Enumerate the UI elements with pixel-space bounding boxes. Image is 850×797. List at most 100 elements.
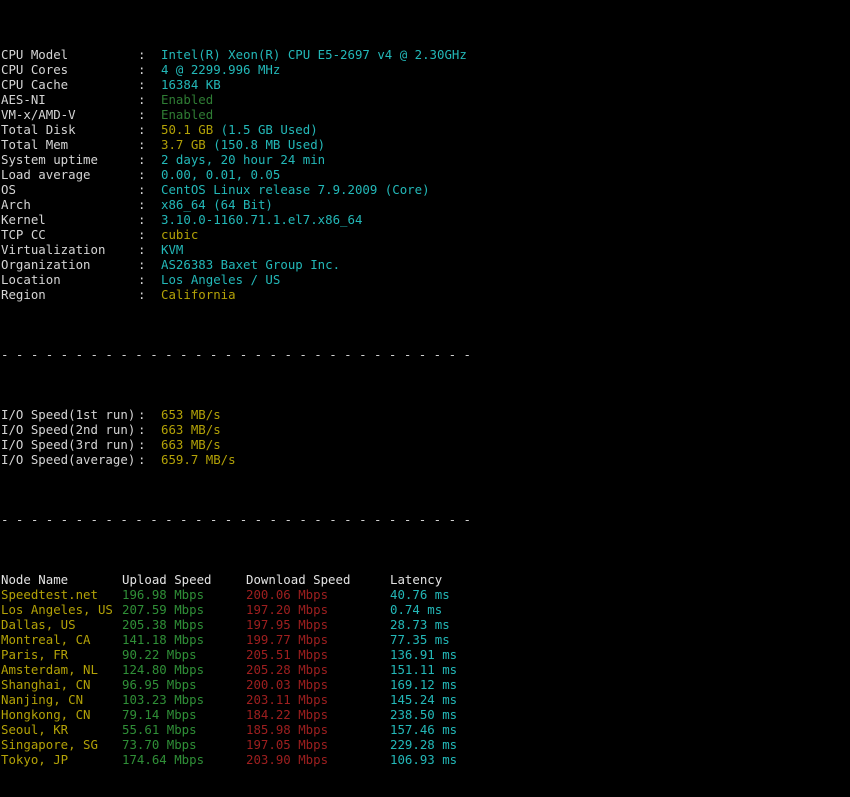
upload-speed-cell: 124.80 Mbps [122,662,205,677]
download-speed-cell: 200.06 Mbps [246,587,329,602]
latency-cell: 151.11 ms [390,662,458,677]
latency-cell: 136.91 ms [390,647,458,662]
speedtest-header-row: Node Name Upload Speed Download Speed Laten… [1,572,850,587]
info-colon: : [138,452,146,467]
download-speed-cell: 203.90 Mbps [246,752,329,767]
info-value: cubic [161,227,199,242]
node-name-cell: Hongkong, CN [1,707,91,722]
download-speed-cell: 205.51 Mbps [246,647,329,662]
info-value: 0.00, 0.01, 0.05 [161,167,281,182]
speedtest-row: Seoul, KR 55.61 Mbps 185.98 Mbps 157.46 ms [1,722,850,737]
info-colon: : [138,287,146,302]
upload-speed-cell: 73.70 Mbps [122,737,197,752]
speedtest-row: Montreal, CA 141.18 Mbps 199.77 Mbps 77.35 … [1,632,850,647]
io-speed-label: I/O Speed(average) [1,452,136,467]
latency-cell: 145.24 ms [390,692,458,707]
io-speed-block: I/O Speed(1st run):653 MB/s I/O Speed(2nd… [1,407,850,467]
io-speed-label: I/O Speed(3rd run) [1,437,136,452]
info-label: System uptime [1,152,98,167]
info-label: Arch [1,197,31,212]
latency-cell: 157.46 ms [390,722,458,737]
io-speed-value: 659.7 MB/s [161,452,236,467]
header-latency: Latency [390,572,443,587]
upload-speed-cell: 207.59 Mbps [122,602,205,617]
info-colon: : [138,197,146,212]
info-row: Total Disk:50.1 GB (1.5 GB Used) [1,122,850,137]
info-row: Total Mem:3.7 GB (150.8 MB Used) [1,137,850,152]
info-colon: : [138,212,146,227]
info-label: CPU Cores [1,62,69,77]
latency-cell: 28.73 ms [390,617,450,632]
node-name-cell: Shanghai, CN [1,677,91,692]
download-speed-cell: 200.03 Mbps [246,677,329,692]
io-speed-value: 653 MB/s [161,407,221,422]
system-info-block: CPU Model: Intel(R) Xeon(R) CPU E5-2697 v… [1,47,850,302]
speedtest-row: Singapore, SG 73.70 Mbps 197.05 Mbps 229.28… [1,737,850,752]
separator-line-1: - - - - - - - - - - - - - - - - - - - - … [1,347,471,362]
info-value: 4 @ 2299.996 MHz [161,62,281,77]
speedtest-row: Los Angeles, US 207.59 Mbps 197.20 Mbps 0.7… [1,602,850,617]
info-value-secondary: (150.8 MB Used) [205,137,326,152]
io-speed-label: I/O Speed(2nd run) [1,422,136,437]
separator-line-2: - - - - - - - - - - - - - - - - - - - - … [1,512,471,527]
info-colon: : [138,407,146,422]
info-colon: : [138,227,146,242]
info-row: Region: California [1,287,850,302]
info-label: Kernel [1,212,46,227]
info-row: Organization: AS26383 Baxet Group Inc. [1,257,850,272]
terminal-output: CPU Model: Intel(R) Xeon(R) CPU E5-2697 v… [0,0,850,767]
upload-speed-cell: 141.18 Mbps [122,632,205,647]
info-colon: : [138,152,146,167]
info-label: Virtualization [1,242,106,257]
info-row: CPU Model: Intel(R) Xeon(R) CPU E5-2697 v… [1,47,850,62]
info-row: CPU Cores:4 @ 2299.996 MHz [1,62,850,77]
info-label: Location [1,272,61,287]
info-colon: : [138,272,146,287]
info-value: KVM [161,242,184,257]
io-speed-row: I/O Speed(average):659.7 MB/s [1,452,850,467]
info-value-secondary: (1.5 GB Used) [213,122,318,137]
speedtest-row: Hongkong, CN 79.14 Mbps 184.22 Mbps 238.50 … [1,707,850,722]
info-label: Load average [1,167,91,182]
download-speed-cell: 199.77 Mbps [246,632,329,647]
upload-speed-cell: 55.61 Mbps [122,722,197,737]
upload-speed-cell: 205.38 Mbps [122,617,205,632]
upload-speed-cell: 79.14 Mbps [122,707,197,722]
speedtest-row: Shanghai, CN 96.95 Mbps 200.03 Mbps 169.12 … [1,677,850,692]
info-label: Region [1,287,46,302]
info-value: 3.10.0-1160.71.1.el7.x86_64 [161,212,363,227]
upload-speed-cell: 103.23 Mbps [122,692,205,707]
info-colon: : [138,242,146,257]
info-row: TCP CC: cubic [1,227,850,242]
speedtest-row: Tokyo, JP 174.64 Mbps 203.90 Mbps 106.93 ms [1,752,850,767]
node-name-cell: Dallas, US [1,617,76,632]
info-label: VM-x/AMD-V [1,107,76,122]
io-speed-row: I/O Speed(1st run):653 MB/s [1,407,850,422]
info-colon: : [138,47,146,62]
info-colon: : [138,137,146,152]
header-download-speed: Download Speed [246,572,351,587]
download-speed-cell: 184.22 Mbps [246,707,329,722]
io-speed-label: I/O Speed(1st run) [1,407,136,422]
header-upload-speed: Upload Speed [122,572,212,587]
info-colon: : [138,257,146,272]
info-label: Organization [1,257,91,272]
node-name-cell: Amsterdam, NL [1,662,98,677]
upload-speed-cell: 90.22 Mbps [122,647,197,662]
info-row: Load average:0.00, 0.01, 0.05 [1,167,850,182]
info-row: Arch: x86_64 (64 Bit) [1,197,850,212]
info-value: 16384 KB [161,77,221,92]
info-row: Location: Los Angeles / US [1,272,850,287]
download-speed-cell: 197.20 Mbps [246,602,329,617]
node-name-cell: Montreal, CA [1,632,91,647]
info-colon: : [138,437,146,452]
io-speed-row: I/O Speed(3rd run):663 MB/s [1,437,850,452]
info-value: CentOS Linux release 7.9.2009 (Core) [161,182,430,197]
info-colon: : [138,107,146,122]
info-label: CPU Cache [1,77,69,92]
info-colon: : [138,62,146,77]
info-value: Intel(R) Xeon(R) CPU E5-2697 v4 @ 2.30GH… [161,47,467,62]
node-name-cell: Paris, FR [1,647,69,662]
info-label: CPU Model [1,47,69,62]
info-row: AES-NI: Enabled [1,92,850,107]
